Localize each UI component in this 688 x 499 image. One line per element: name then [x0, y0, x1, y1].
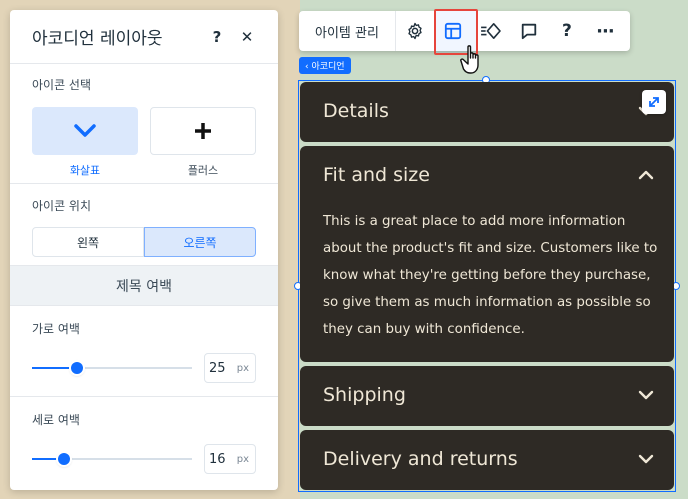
toolbar-help-button[interactable]: ? — [548, 11, 586, 51]
hand-cursor-icon — [460, 45, 479, 74]
icon-select-label: 아이콘 선택 — [32, 78, 92, 92]
settings-button[interactable] — [396, 11, 434, 51]
gear-icon — [408, 22, 422, 40]
manage-items-button[interactable]: 아이템 관리 — [299, 11, 396, 51]
plus-option-box[interactable] — [150, 107, 256, 155]
vertical-spacing-value: 16 — [209, 451, 226, 467]
more-actions-button[interactable]: ··· — [586, 11, 624, 51]
chevron-down-icon — [74, 124, 96, 137]
more-icon: ··· — [596, 20, 614, 42]
plus-icon — [195, 123, 211, 139]
vertical-spacing-label: 세로 여백 — [32, 413, 80, 427]
panel-title: 아코디언 레이아웃 — [32, 29, 163, 49]
position-left-button[interactable]: 왼쪽 — [32, 227, 144, 257]
comment-icon — [521, 23, 537, 40]
vertical-slider-thumb[interactable] — [58, 453, 70, 465]
chevron-down-icon — [638, 390, 654, 400]
accordion-item-details[interactable]: Details — [300, 82, 674, 142]
icon-option-plus[interactable]: 플러스 — [150, 107, 256, 178]
stretch-button[interactable] — [642, 90, 666, 114]
icon-select-section: 아이콘 선택 화살표 플러스 — [10, 64, 278, 184]
vertical-spacing-slider[interactable] — [32, 453, 192, 465]
accordion-selection-tag[interactable]: ‹ 아코디언 — [299, 57, 351, 74]
accordion-item-title: Shipping — [323, 384, 406, 406]
accordion-item-fit-and-size[interactable]: Fit and size This is a great place to ad… — [300, 146, 674, 362]
vertical-spacing-unit: px — [236, 453, 249, 465]
animation-icon — [481, 22, 501, 40]
help-button[interactable]: ? — [206, 26, 228, 48]
icon-option-arrow[interactable]: 화살표 — [32, 107, 138, 178]
expand-arrows-icon — [649, 97, 659, 107]
arrow-option-box[interactable] — [32, 107, 138, 155]
horizontal-spacing-unit: px — [236, 362, 249, 374]
chevron-down-icon — [638, 454, 654, 464]
horizontal-spacing-label: 가로 여백 — [32, 322, 80, 336]
title-spacing-heading: 제목 여백 — [10, 266, 278, 306]
close-button[interactable]: ✕ — [236, 26, 258, 48]
accordion-item-body: This is a great place to add more inform… — [323, 214, 658, 337]
plus-option-label: 플러스 — [187, 164, 219, 177]
icon-position-label: 아이콘 위치 — [32, 199, 92, 213]
accordion-item-title: Delivery and returns — [323, 448, 518, 470]
icon-position-toggle: 왼쪽 오른쪽 — [32, 227, 256, 257]
chevron-up-icon — [638, 170, 654, 180]
horizontal-spacing-value: 25 — [209, 360, 226, 376]
accordion-item-shipping[interactable]: Shipping — [300, 366, 674, 426]
vertical-spacing-input[interactable]: 16 px — [204, 444, 256, 474]
accordion-layout-panel: 아코디언 레이아웃 ? ✕ 아이콘 선택 화살표 플러스 아이콘 위치 왼쪽 오… — [10, 10, 278, 490]
accordion-item-delivery-and-returns[interactable]: Delivery and returns — [300, 430, 674, 490]
help-icon: ? — [562, 21, 572, 41]
accordion-item-title: Details — [323, 100, 389, 122]
horizontal-spacing-slider[interactable] — [32, 362, 192, 374]
arrow-option-label: 화살표 — [69, 164, 101, 177]
comment-button[interactable] — [510, 11, 548, 51]
layout-icon — [444, 22, 462, 40]
horizontal-spacing-input[interactable]: 25 px — [204, 353, 256, 383]
vertical-spacing-section: 세로 여백 16 px — [10, 397, 278, 488]
horizontal-spacing-section: 가로 여백 25 px — [10, 306, 278, 397]
position-right-button[interactable]: 오른쪽 — [144, 227, 256, 257]
icon-position-section: 아이콘 위치 왼쪽 오른쪽 — [10, 184, 278, 266]
horizontal-slider-thumb[interactable] — [70, 362, 83, 374]
accordion-item-title: Fit and size — [323, 164, 430, 186]
panel-header: 아코디언 레이아웃 ? ✕ — [10, 10, 278, 64]
